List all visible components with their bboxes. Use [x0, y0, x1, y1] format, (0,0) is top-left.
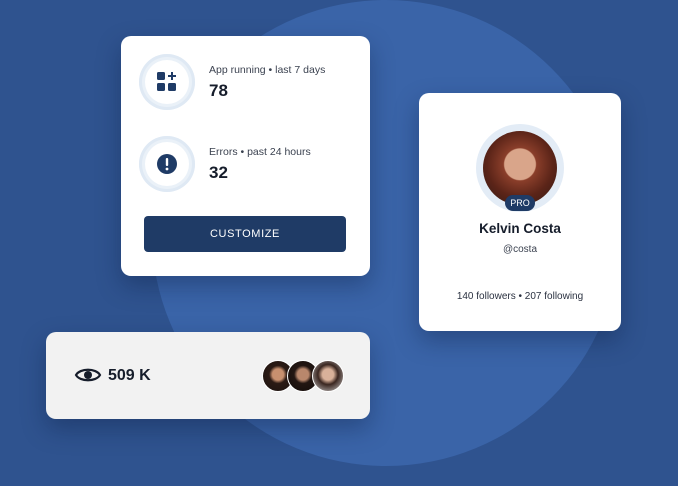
- app-running-value: 78: [209, 80, 228, 100]
- errors-label: Errors • past 24 hours: [209, 145, 311, 158]
- eye-icon: [74, 368, 102, 382]
- alert-icon: [157, 154, 177, 174]
- errors-value: 32: [209, 162, 228, 182]
- pro-badge: PRO: [505, 195, 535, 211]
- stat-app-running: App running • last 7 days 78: [139, 54, 325, 110]
- stat-icon-ring: [139, 54, 195, 110]
- profile-name: Kelvin Costa: [479, 221, 561, 236]
- views-card: 509 K: [46, 332, 370, 419]
- profile-handle: @costa: [502, 244, 538, 255]
- viewer-avatars: [262, 360, 344, 392]
- follow-stats: 140 followers • 207 following: [456, 291, 584, 302]
- stat-icon-ring: [139, 136, 195, 192]
- stat-errors: Errors • past 24 hours 32: [139, 136, 311, 192]
- views-count: 509 K: [108, 367, 151, 384]
- profile-card: PRO Kelvin Costa @costa 140 followers • …: [419, 93, 621, 331]
- viewer-avatar[interactable]: [312, 360, 344, 392]
- stats-card: App running • last 7 days 78 Errors • pa…: [121, 36, 370, 276]
- customize-button[interactable]: CUSTOMIZE: [144, 216, 346, 252]
- grid-plus-icon: [157, 72, 176, 91]
- app-running-label: App running • last 7 days: [209, 63, 326, 76]
- avatar[interactable]: [483, 131, 557, 205]
